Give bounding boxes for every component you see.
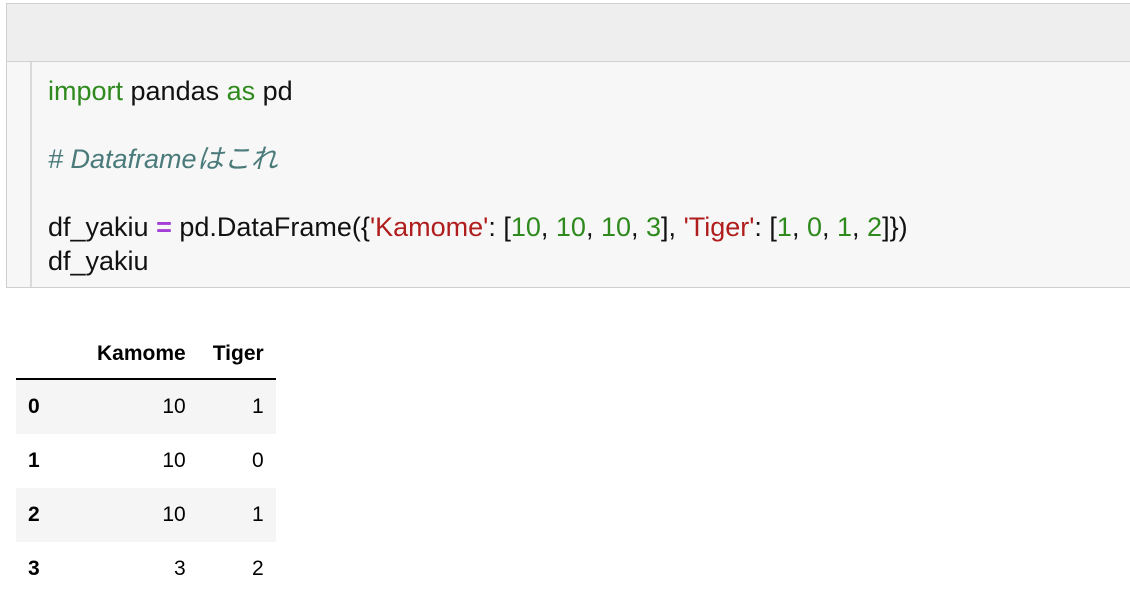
code-editor[interactable]: import pandas as pd # Dataframeはこれ df_ya… [30,62,1130,287]
punct: ], [661,212,684,242]
punct: : [ [488,212,511,242]
number: 2 [867,212,883,242]
row-index: 0 [28,395,40,418]
code-cell[interactable]: import pandas as pd # Dataframeはこれ df_ya… [6,3,1130,288]
cell-tiger: 2 [252,557,264,580]
number: 1 [776,212,792,242]
column-header-tiger: Tiger [197,330,276,380]
punct: , [791,212,807,242]
punct: , [821,212,837,242]
code-line-dataframe: df_yakiu = pd.DataFrame({'Kamome': [10, … [48,210,908,244]
row-index: 1 [28,449,40,472]
cell-kamome: 10 [162,395,186,418]
code-comment: # Dataframeはこれ [48,144,278,174]
code-line-import: import pandas as pd [48,74,293,108]
var-name: df_yakiu [48,212,157,242]
number: 10 [555,212,586,242]
row-index: 3 [28,557,40,580]
number: 10 [600,212,631,242]
row-index: 2 [28,503,40,526]
punct: ]}) [882,212,908,242]
table-row: 0 10 1 [16,379,276,434]
table-header-row: Kamome Tiger [16,330,276,380]
alias-name: pd [255,76,293,106]
keyword-as: as [226,76,256,106]
number: 10 [510,212,541,242]
column-header-kamome: Kamome [67,330,198,380]
punct: , [585,212,601,242]
number: 0 [806,212,822,242]
dataframe-output: Kamome Tiger 0 10 1 1 10 0 2 10 1 3 3 2 [16,330,276,596]
cell-tiger: 1 [252,503,264,526]
cell-header [7,4,1130,62]
cell-kamome: 10 [162,449,186,472]
module-name: pandas [123,76,227,106]
number: 1 [837,212,853,242]
code-line-output-var: df_yakiu [48,246,149,276]
call-expr: pd.DataFrame({ [171,212,370,242]
cell-tiger: 1 [252,395,264,418]
string-kamome: 'Kamome' [369,212,489,242]
keyword-import: import [48,76,124,106]
punct: , [540,212,556,242]
assign-operator: = [156,212,172,242]
string-tiger: 'Tiger' [683,212,755,242]
punct: : [ [754,212,777,242]
table-row: 1 10 0 [16,434,276,488]
table-row: 2 10 1 [16,488,276,542]
table-row: 3 3 2 [16,542,276,596]
cell-kamome: 3 [174,557,186,580]
punct: , [852,212,868,242]
cell-tiger: 0 [252,449,264,472]
number: 3 [646,212,662,242]
index-header [16,330,68,380]
punct: , [631,212,647,242]
cell-kamome: 10 [162,503,186,526]
